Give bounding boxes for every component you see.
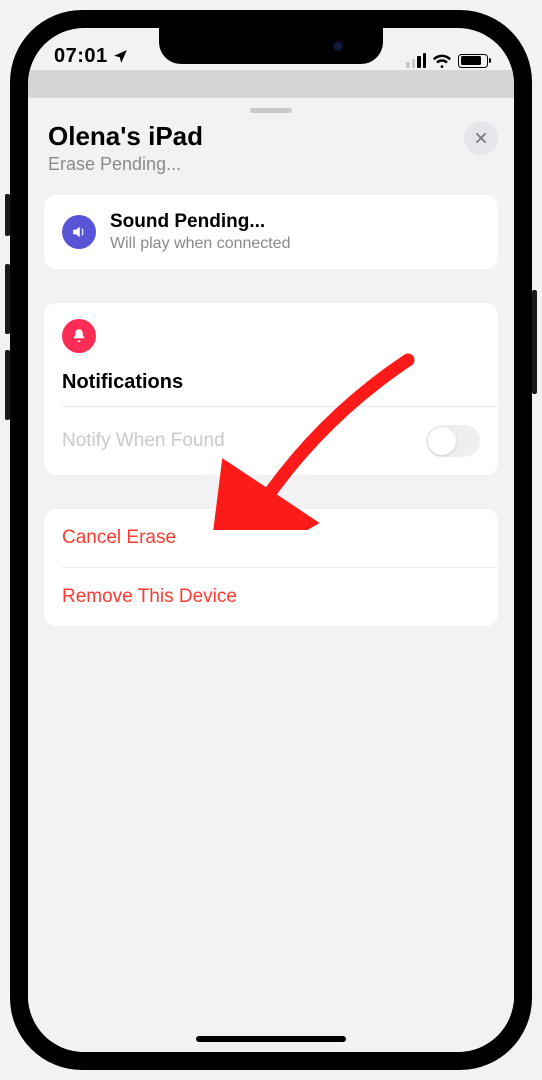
backdrop [28, 70, 514, 98]
device-status: Erase Pending... [48, 154, 203, 175]
sound-pending-subtitle: Will play when connected [110, 235, 291, 253]
volume-up-button [5, 264, 10, 334]
sound-pending-title: Sound Pending... [110, 211, 291, 233]
notifications-header: Notifications [44, 353, 498, 406]
home-indicator[interactable] [196, 1036, 346, 1042]
bell-icon [62, 319, 96, 353]
notifications-card: Notifications Notify When Found [44, 303, 498, 475]
notify-when-found-toggle[interactable] [426, 425, 480, 457]
front-camera-icon [333, 41, 343, 51]
device-name: Olena's iPad [48, 121, 203, 152]
cellular-signal-icon [406, 53, 426, 68]
close-button[interactable] [464, 121, 498, 155]
phone-frame: 07:01 Ol [10, 10, 532, 1070]
volume-down-button [5, 350, 10, 420]
battery-icon [458, 54, 488, 68]
cancel-erase-button[interactable]: Cancel Erase [44, 509, 498, 567]
notch [159, 28, 383, 64]
device-sheet: Olena's iPad Erase Pending... Sound Pend… [28, 98, 514, 1052]
sound-pending-row[interactable]: Sound Pending... Will play when connecte… [44, 195, 498, 269]
wifi-icon [432, 54, 452, 68]
close-icon [474, 131, 488, 145]
sheet-header: Olena's iPad Erase Pending... [28, 119, 514, 195]
speaker-icon [62, 215, 96, 249]
sheet-grabber[interactable] [250, 108, 292, 113]
power-button [532, 290, 537, 394]
location-icon [112, 48, 129, 65]
mute-switch [5, 194, 10, 236]
remove-device-button[interactable]: Remove This Device [44, 568, 498, 626]
status-time: 07:01 [54, 45, 129, 68]
notifications-icon-row [44, 303, 498, 353]
notify-when-found-label: Notify When Found [62, 430, 225, 452]
actions-card: Cancel Erase Remove This Device [44, 509, 498, 626]
sound-pending-card: Sound Pending... Will play when connecte… [44, 195, 498, 269]
notify-when-found-row: Notify When Found [44, 407, 498, 475]
status-time-text: 07:01 [54, 45, 108, 68]
screen: 07:01 Ol [28, 28, 514, 1052]
